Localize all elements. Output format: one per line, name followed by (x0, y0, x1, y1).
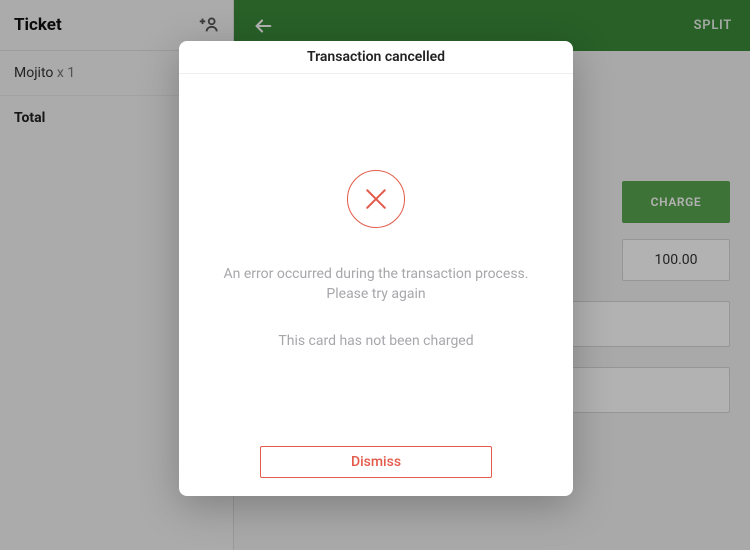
modal-body: An error occurred during the transaction… (179, 74, 573, 446)
error-x-icon (347, 170, 405, 228)
transaction-cancelled-modal: Transaction cancelled An error occurred … (179, 41, 573, 496)
modal-title: Transaction cancelled (179, 41, 573, 74)
modal-footer: Dismiss (179, 446, 573, 496)
dismiss-button[interactable]: Dismiss (260, 446, 492, 478)
modal-message-secondary: This card has not been charged (278, 333, 473, 349)
modal-message-primary: An error occurred during the transaction… (209, 264, 543, 305)
